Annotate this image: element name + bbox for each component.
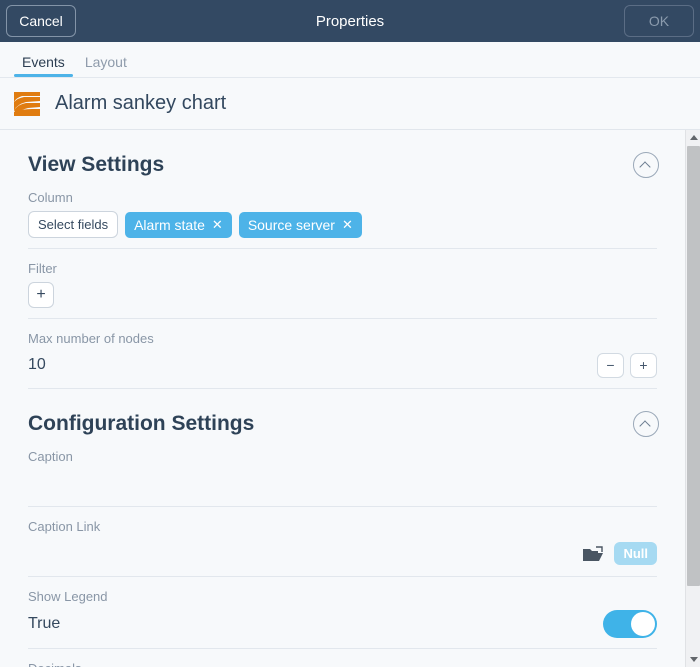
collapse-configuration-settings-button[interactable] xyxy=(633,411,659,437)
row-label-filter: Filter xyxy=(28,261,57,276)
row-label-decimals: Decimals xyxy=(28,661,657,667)
column-chips: Select fields Alarm state ✕ Source serve… xyxy=(28,211,362,238)
chart-header: Alarm sankey chart xyxy=(0,78,700,130)
chip-source-server[interactable]: Source server ✕ xyxy=(238,211,362,238)
max-nodes-increment-button[interactable]: + xyxy=(630,352,657,378)
row-show-legend: Show Legend True xyxy=(28,577,657,649)
properties-dialog: Cancel Properties OK Events Layout Alarm… xyxy=(0,0,700,667)
close-icon[interactable]: ✕ xyxy=(342,218,353,231)
max-nodes-decrement-button[interactable]: − xyxy=(597,352,624,378)
triangle-up-icon xyxy=(689,135,698,140)
row-caption: Caption xyxy=(28,437,657,507)
row-label-max-nodes: Max number of nodes xyxy=(28,331,154,346)
row-body-max-nodes: 10 − + xyxy=(28,352,657,378)
settings-scroll-area: View Settings Column Select fields Alarm… xyxy=(0,130,700,667)
caption-link-null-badge[interactable]: Null xyxy=(614,541,657,565)
row-body-column: Select fields Alarm state ✕ Source serve… xyxy=(28,211,657,238)
section-configuration-settings-header: Configuration Settings xyxy=(0,389,685,437)
row-caption-link: Caption Link Null xyxy=(28,507,657,577)
tab-bar: Events Layout xyxy=(0,42,700,78)
title-bar: Cancel Properties OK xyxy=(0,0,700,42)
chip-alarm-state[interactable]: Alarm state ✕ xyxy=(125,211,232,238)
sankey-chart-icon xyxy=(12,90,42,118)
chip-label: Alarm state xyxy=(134,216,205,233)
folder-icon[interactable] xyxy=(582,544,604,563)
row-body-show-legend: True xyxy=(28,610,657,638)
chevron-up-icon xyxy=(641,162,651,168)
collapse-view-settings-button[interactable] xyxy=(633,152,659,178)
row-max-nodes: Max number of nodes 10 − + xyxy=(28,319,657,389)
max-nodes-stepper: − + xyxy=(597,352,657,378)
settings-content: View Settings Column Select fields Alarm… xyxy=(0,130,685,667)
row-column: Column Select fields Alarm state ✕ Sourc… xyxy=(28,178,657,249)
scrollbar-thumb[interactable] xyxy=(687,146,700,586)
section-title-configuration-settings: Configuration Settings xyxy=(28,412,255,435)
chip-label: Source server xyxy=(247,216,335,233)
add-filter-button[interactable]: + xyxy=(28,282,54,308)
row-label-column: Column xyxy=(28,190,73,205)
row-body-caption-link: Null xyxy=(28,540,657,566)
show-legend-toggle[interactable] xyxy=(603,610,657,638)
show-legend-value: True xyxy=(28,615,61,632)
row-label-show-legend: Show Legend xyxy=(28,589,108,604)
vertical-scrollbar[interactable] xyxy=(685,130,700,667)
row-body-filter: + xyxy=(28,282,657,308)
row-label-caption-link: Caption Link xyxy=(28,519,101,534)
scroll-down-arrow[interactable] xyxy=(686,652,700,667)
row-filter: Filter + xyxy=(28,249,657,319)
max-nodes-value[interactable]: 10 xyxy=(28,356,46,374)
section-view-settings-header: View Settings xyxy=(0,130,685,178)
row-label-caption: Caption xyxy=(28,449,73,464)
cancel-button[interactable]: Cancel xyxy=(6,5,76,37)
section-title-view-settings: View Settings xyxy=(28,153,165,176)
triangle-down-icon xyxy=(689,657,698,662)
row-body-caption xyxy=(28,470,657,496)
close-icon[interactable]: ✕ xyxy=(212,218,223,231)
toggle-knob xyxy=(631,612,655,636)
caption-link-controls: Null xyxy=(582,541,657,565)
chart-title: Alarm sankey chart xyxy=(55,92,227,114)
dialog-title: Properties xyxy=(315,12,385,30)
scroll-up-arrow[interactable] xyxy=(686,130,700,145)
chevron-up-icon xyxy=(641,421,651,427)
select-fields-button[interactable]: Select fields xyxy=(28,211,119,238)
tab-events[interactable]: Events xyxy=(12,54,75,77)
row-decimals: Decimals Null − + Null xyxy=(28,649,657,667)
ok-button[interactable]: OK xyxy=(624,5,694,37)
tab-layout[interactable]: Layout xyxy=(75,54,137,77)
